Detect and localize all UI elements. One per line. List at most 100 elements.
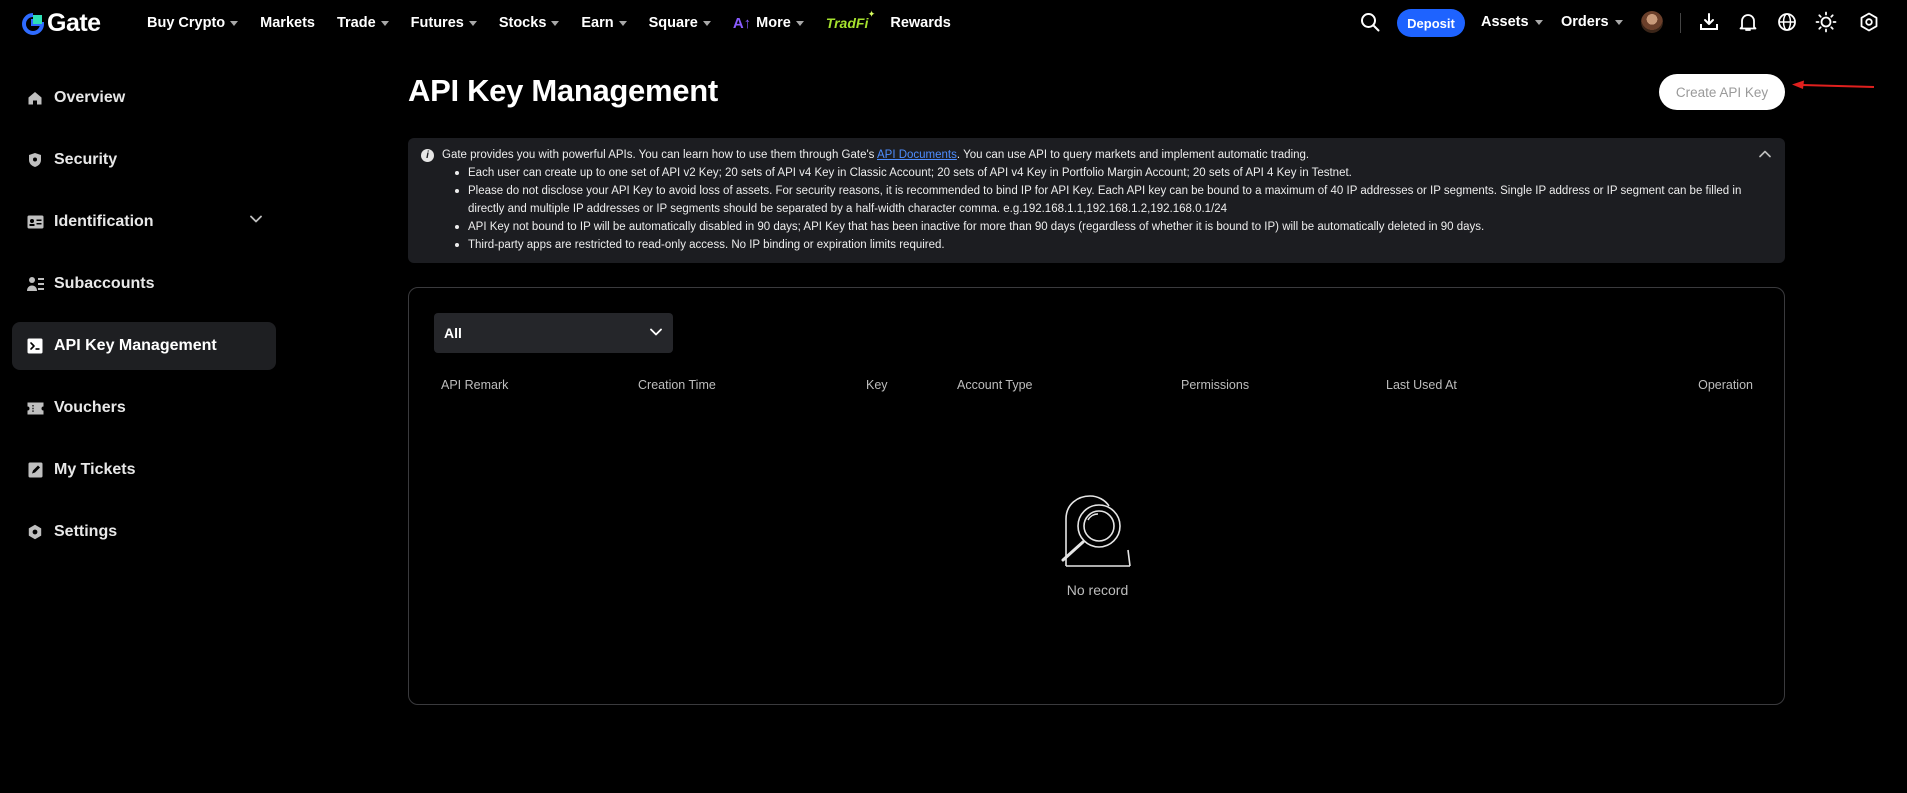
create-api-key-button[interactable]: Create API Key [1659,74,1785,110]
empty-state-text: No record [1066,582,1129,598]
caret-down-icon [230,20,239,26]
sidebar-item-api-key-management[interactable]: API Key Management [12,322,276,370]
sidebar-item-security[interactable]: Security [12,136,276,184]
nav-label: Orders [1561,14,1609,30]
sidebar-item-label: API Key Management [54,337,217,354]
column-header-api-remark: API Remark [441,378,509,392]
sidebar-item-settings[interactable]: Settings [12,508,276,556]
edit-document-icon [26,461,44,479]
column-header-key: Key [866,378,888,392]
nav-divider [1680,13,1681,33]
empty-search-illustration-icon [1061,495,1131,567]
notice-bullet: Please do not disclose your API Key to a… [455,182,1768,218]
sidebar-item-label: My Tickets [54,461,136,478]
nav-label: Buy Crypto [147,15,226,31]
gate-logo[interactable]: Gate [22,9,101,38]
caret-down-icon [380,20,389,26]
notice-intro: i Gate provides you with powerful APIs. … [421,146,1309,164]
nav-orders[interactable]: Orders [1561,14,1623,30]
sun-icon[interactable] [1815,11,1837,33]
caret-down-icon [1534,19,1543,25]
nav-markets[interactable]: Markets [260,15,315,31]
caret-down-icon [468,20,477,26]
nav-stocks[interactable]: Stocks [499,15,560,31]
notice-bullets: Each user can create up to one set of AP… [455,164,1768,254]
nav-earn[interactable]: Earn [581,15,627,31]
nav-tradfi[interactable]: TradFi ✦ [825,9,876,31]
notice-bullet: Each user can create up to one set of AP… [455,164,1768,182]
api-info-notice: i Gate provides you with powerful APIs. … [408,138,1785,263]
user-avatar[interactable] [1641,11,1663,33]
sidebar-item-label: Security [54,151,118,168]
tradfi-label: TradFi ✦ [825,9,876,31]
nav-assets[interactable]: Assets [1481,14,1543,30]
sidebar-item-label: Settings [54,523,118,540]
annotation-arrow-icon [1792,80,1875,89]
api-keys-table-card: All API Remark Creation Time Key Account… [408,287,1785,705]
notice-bullet: Third-party apps are restricted to read-… [455,236,1768,254]
page-title: API Key Management [408,73,718,108]
shield-icon [26,151,44,169]
nav-more[interactable]: A↑ More [733,15,804,32]
ticket-icon [26,399,44,417]
nav-futures[interactable]: Futures [411,15,477,31]
caret-down-icon [618,20,627,26]
filter-selected-value: All [444,325,462,341]
nav-buy-crypto[interactable]: Buy Crypto [147,15,239,31]
settings-hex-icon[interactable] [1858,11,1880,33]
sidebar-item-label: Identification [54,213,154,230]
nav-label: Stocks [498,15,547,31]
gate-logo-icon [22,12,44,35]
nav-rewards[interactable]: Rewards [890,15,950,31]
nav-trade[interactable]: Trade [337,15,389,31]
chevron-up-icon[interactable] [1759,150,1771,158]
main-menu: Buy Crypto Markets Trade Futures Stocks … [147,0,973,46]
caret-down-icon [1614,19,1623,25]
home-icon [26,89,44,107]
chevron-down-icon [650,328,662,336]
globe-icon[interactable] [1776,11,1798,33]
column-header-account-type: Account Type [957,378,1033,392]
notice-bullet: API Key not bound to IP will be automati… [455,218,1768,236]
caret-down-icon [795,20,804,26]
sidebar-item-overview[interactable]: Overview [12,74,276,122]
search-icon[interactable] [1359,11,1381,33]
nav-label: Earn [581,15,614,31]
column-header-permissions: Permissions [1181,378,1250,392]
nav-label: Rewards [890,15,951,31]
caret-down-icon [702,20,711,26]
bell-icon[interactable] [1737,11,1759,33]
nav-label: Square [648,15,698,31]
deposit-button[interactable]: Deposit [1397,9,1465,37]
sidebar-item-subaccounts[interactable]: Subaccounts [12,260,276,308]
account-type-filter-select[interactable]: All [434,313,673,353]
account-sidebar: Overview Security Identification Subacco… [12,74,276,570]
terminal-icon [26,337,44,355]
sidebar-item-label: Subaccounts [54,275,155,292]
column-header-creation-time: Creation Time [638,378,716,392]
column-header-last-used-at: Last Used At [1386,378,1457,392]
nav-label: Trade [336,15,376,31]
caret-down-icon [551,20,560,26]
column-header-operation: Operation [1698,378,1753,392]
logo-text: Gate [47,9,101,37]
info-icon: i [421,149,434,162]
sidebar-item-label: Vouchers [54,399,126,416]
nav-square[interactable]: Square [649,15,711,31]
nav-label: Futures [410,15,464,31]
gear-icon [26,523,44,541]
nav-label: Markets [260,15,315,31]
sparkle-icon: ✦ [867,9,876,19]
sidebar-item-identification[interactable]: Identification [12,198,276,246]
notice-intro-text: Gate provides you with powerful APIs. Yo… [442,149,1310,161]
sidebar-item-my-tickets[interactable]: My Tickets [12,446,276,494]
id-card-icon [26,213,44,231]
download-icon[interactable] [1698,11,1720,33]
nav-label: More [756,15,791,31]
ai-sparkle-icon: A↑ [732,14,752,32]
top-navigation: Gate Buy Crypto Markets Trade Futures St… [0,0,1907,46]
sidebar-item-vouchers[interactable]: Vouchers [12,384,276,432]
sidebar-item-label: Overview [54,89,126,106]
nav-label: Assets [1481,14,1529,30]
api-documents-link[interactable]: API Documents [877,149,957,161]
